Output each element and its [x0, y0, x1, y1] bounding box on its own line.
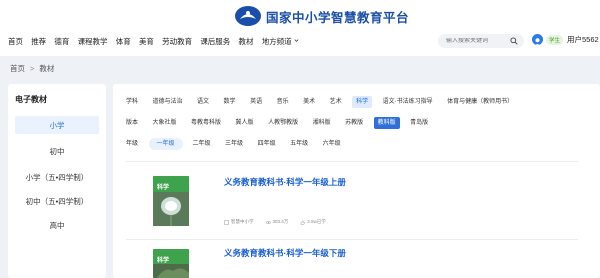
nav-moral[interactable]: 德育: [54, 36, 69, 47]
version-sujiao[interactable]: 苏教版: [345, 117, 363, 129]
username[interactable]: 用户5562: [567, 34, 599, 45]
version-xiangke[interactable]: 湘科版: [313, 117, 331, 129]
subject-english[interactable]: 英语: [250, 96, 262, 108]
grade-3[interactable]: 三年级: [225, 138, 243, 150]
version-yuejiao[interactable]: 粤教粤科版: [191, 117, 221, 129]
book-card[interactable]: 科学 义务教育教科书·科学一年级上册 智慧中小学 303.4万 2.5w已学: [126, 176, 578, 236]
nav-local-channel[interactable]: 地方频道: [262, 36, 299, 47]
textbook-sidebar: 电子教材 小学 初中 小学（五•四学制） 初中（五•四学制） 高中: [8, 84, 106, 278]
logo-emblem-icon: [235, 6, 261, 26]
nav-labor[interactable]: 劳动教育: [162, 36, 192, 47]
version-jiren[interactable]: 冀人版: [236, 117, 254, 129]
search-box: [438, 34, 524, 48]
grade-2[interactable]: 二年级: [193, 138, 211, 150]
nav-sports[interactable]: 体育: [116, 36, 131, 47]
nav-recommend[interactable]: 推荐: [31, 36, 46, 47]
version-filter-row: 版本 大象社版 粤教粤科版 冀人版 人教鄂教版 湘科版 苏教版 教科版 青岛版: [126, 117, 443, 129]
book-likes-text: 2.5w已学: [307, 219, 326, 224]
grade-6[interactable]: 六年级: [323, 138, 341, 150]
sidebar-item-primary[interactable]: 小学: [15, 116, 99, 134]
publisher-icon: [224, 219, 229, 225]
top-header: 国家中小学智慧教育平台 首页 推荐 德育 课程教学 体育 美育 劳动教育 课后服…: [0, 0, 600, 54]
version-qingdao[interactable]: 青岛版: [410, 117, 428, 129]
book-cover-label: 科学: [157, 185, 170, 191]
subject-science-selected[interactable]: 科学: [352, 96, 373, 108]
version-renjiao-e[interactable]: 人教鄂教版: [268, 117, 298, 129]
sidebar-title: 电子教材: [15, 95, 47, 104]
subject-arts[interactable]: 艺术: [330, 96, 342, 108]
book-meta: 智慧中小学 303.4万 2.5w已学: [224, 219, 338, 225]
role-badge: 学生: [546, 34, 564, 45]
grade-5[interactable]: 五年级: [290, 138, 308, 150]
filter-divider: [126, 161, 578, 162]
book-likes: 2.5w已学: [300, 219, 326, 225]
book-publisher-text: 智慧中小学: [231, 219, 254, 224]
subject-pe-teacher[interactable]: 体育与健康（教师用书）: [447, 96, 513, 108]
nav-local-channel-label: 地方频道: [261, 37, 292, 46]
book-divider: [126, 239, 578, 240]
textbook-main: 学科 道德与法治 语文 数学 英语 音乐 美术 艺术 科学 语文·书法练习指导 …: [113, 84, 600, 278]
subject-morality[interactable]: 道德与法治: [153, 96, 183, 108]
user-menu[interactable]: 学生 用户5562: [532, 34, 599, 45]
breadcrumb-home[interactable]: 首页: [10, 63, 25, 74]
subject-filter-label: 学科: [126, 99, 139, 105]
breadcrumb-current: 教材: [39, 64, 55, 73]
thumb-icon: [301, 219, 305, 225]
subject-calligraphy[interactable]: 语文·书法练习指导: [383, 96, 433, 108]
subject-music[interactable]: 音乐: [277, 96, 289, 108]
nav-course-teaching[interactable]: 课程教学: [78, 36, 108, 47]
site-logo[interactable]: 国家中小学智慧教育平台: [234, 4, 409, 28]
book-cover[interactable]: 科学: [153, 249, 189, 278]
subject-math[interactable]: 数学: [224, 96, 236, 108]
version-filter-label: 版本: [126, 120, 139, 126]
avatar[interactable]: [532, 34, 543, 45]
grade-4[interactable]: 四年级: [258, 138, 276, 150]
user-avatar-icon: [535, 38, 540, 45]
book-card[interactable]: 科学 义务教育教科书·科学一年级下册: [126, 247, 578, 278]
site-title: 国家中小学智慧教育平台: [266, 9, 410, 25]
book-cover-label: 科学: [157, 258, 170, 264]
book-cover[interactable]: 科学: [153, 176, 189, 226]
search-icon[interactable]: [510, 37, 518, 45]
breadcrumb-separator: >: [30, 64, 35, 73]
book-views: 303.4万: [265, 219, 289, 225]
book-title[interactable]: 义务教育教科书·科学一年级下册: [224, 247, 346, 259]
eye-icon: [265, 220, 271, 224]
subject-chinese[interactable]: 语文: [197, 96, 209, 108]
subject-filter-row: 学科 道德与法治 语文 数学 英语 音乐 美术 艺术 科学 语文·书法练习指导 …: [126, 96, 528, 108]
chevron-down-icon: [294, 39, 299, 42]
version-jiaoke-selected[interactable]: 教科版: [373, 117, 400, 129]
grade-filter-row: 年级 一年级 二年级 三年级 四年级 五年级 六年级: [126, 138, 355, 150]
nav-textbooks[interactable]: 教材: [239, 36, 254, 47]
nav-home[interactable]: 首页: [8, 36, 23, 47]
book-views-text: 303.4万: [272, 219, 289, 224]
main-nav: 首页 推荐 德育 课程教学 体育 美育 劳动教育 课后服务 教材 地方频道: [8, 36, 307, 47]
book-publisher: 智慧中小学: [224, 219, 254, 225]
sidebar-item-primary-54[interactable]: 小学（五•四学制）: [15, 168, 99, 186]
grade-filter-label: 年级: [126, 141, 139, 147]
subject-fine-arts[interactable]: 美术: [303, 96, 315, 108]
sidebar-item-junior-54[interactable]: 初中（五•四学制）: [15, 192, 99, 210]
book-title[interactable]: 义务教育教科书·科学一年级上册: [224, 176, 346, 188]
nav-aesthetic[interactable]: 美育: [139, 36, 154, 47]
search-input[interactable]: [446, 38, 514, 44]
nav-after-school[interactable]: 课后服务: [200, 36, 230, 47]
sidebar-item-junior[interactable]: 初中: [15, 142, 99, 160]
version-daxiang[interactable]: 大象社版: [153, 117, 177, 129]
sidebar-item-senior[interactable]: 高中: [15, 216, 99, 234]
grade-1-selected[interactable]: 一年级: [148, 138, 183, 150]
breadcrumb: 首页 > 教材: [10, 63, 54, 74]
